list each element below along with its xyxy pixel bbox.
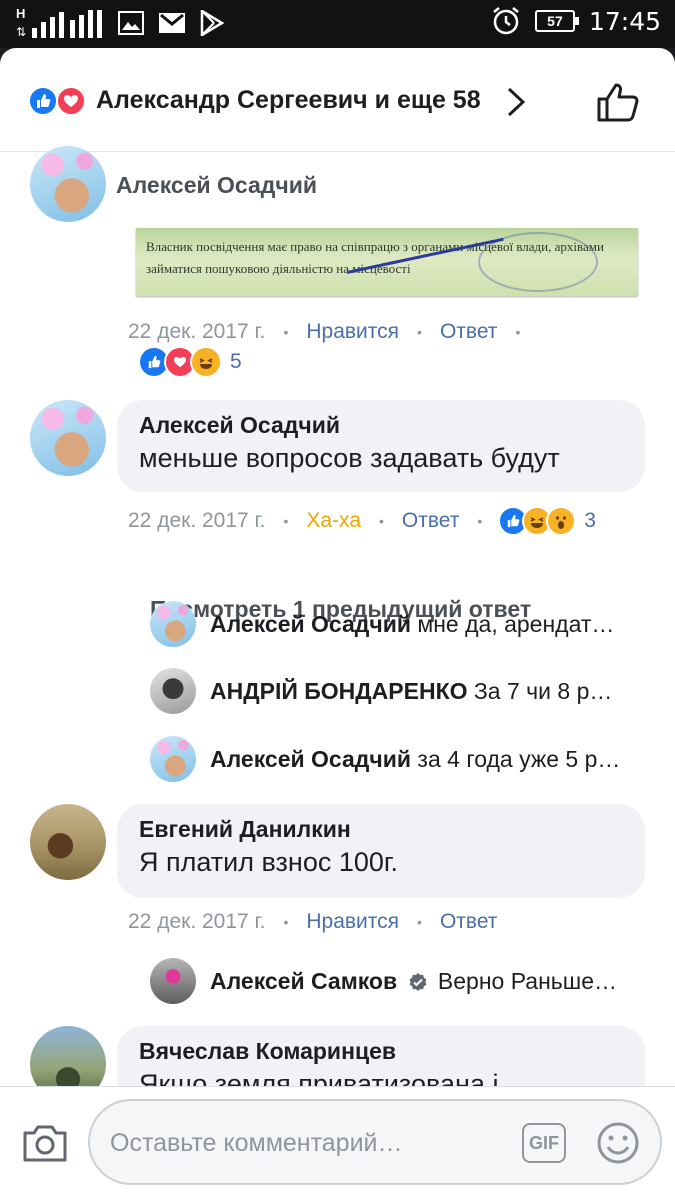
- like-button[interactable]: Нравится: [306, 320, 399, 344]
- header-title[interactable]: Александр Сергеевич и еще 58: [96, 86, 481, 115]
- comment-author[interactable]: Алексей Осадчий: [139, 412, 623, 439]
- gmail-icon: [159, 13, 185, 33]
- avatar[interactable]: [150, 958, 196, 1004]
- reply-item[interactable]: Алексей Осадчий мне да, арендат…: [150, 601, 650, 647]
- comment-image[interactable]: Власник посвідчення має право на співпра…: [136, 228, 638, 296]
- comment-bubble[interactable]: Евгений Данилкин Я платил взнос 100г.: [117, 804, 645, 898]
- reply-item[interactable]: Алексей Осадчий за 4 года уже 5 р…: [150, 736, 650, 782]
- avatar[interactable]: [30, 146, 106, 222]
- reaction-button[interactable]: Ха-ха: [306, 509, 361, 533]
- gallery-icon: [118, 11, 144, 35]
- reply-button[interactable]: Ответ: [402, 509, 459, 533]
- avatar[interactable]: [150, 736, 196, 782]
- comments-sheet: Александр Сергеевич и еще 58 Алексей Оса…: [0, 48, 675, 1200]
- haha-icon: [190, 346, 222, 378]
- svg-text:⇅: ⇅: [16, 25, 26, 39]
- avatar[interactable]: [150, 601, 196, 647]
- reply-author[interactable]: Алексей Осадчий: [210, 611, 411, 637]
- comment-text: меньше вопросов задавать будут: [139, 443, 560, 473]
- comment-author[interactable]: Евгений Данилкин: [139, 816, 623, 843]
- reaction-count[interactable]: 5: [230, 350, 242, 374]
- play-store-icon: [200, 10, 224, 36]
- thumbs-up-icon[interactable]: [596, 82, 640, 122]
- comment-reactions[interactable]: [498, 506, 577, 536]
- wow-icon: [546, 506, 577, 536]
- comment-composer: Оставьте комментарий… GIF: [0, 1086, 675, 1200]
- verified-badge-icon: [409, 973, 426, 992]
- like-icon: [28, 86, 58, 116]
- avatar[interactable]: [150, 668, 196, 714]
- alarm-icon: [493, 7, 519, 35]
- reactions-header[interactable]: Александр Сергеевич и еще 58: [0, 48, 675, 152]
- avatar[interactable]: [30, 400, 106, 476]
- comment-date[interactable]: 22 дек. 2017 г.: [128, 320, 265, 344]
- comment-meta: 22 дек. 2017 г. • Нравится • Ответ •: [128, 320, 521, 344]
- comment-author[interactable]: Вячеслав Комаринцев: [139, 1038, 623, 1065]
- reply-author[interactable]: Алексей Самков: [210, 968, 397, 994]
- reply-button[interactable]: Ответ: [440, 910, 497, 934]
- reply-text: За 7 чи 8 р…: [473, 677, 613, 704]
- reply-item[interactable]: АНДРІЙ БОНДАРЕНКО За 7 чи 8 р…: [150, 668, 650, 714]
- reply-item[interactable]: Алексей Самков Верно Раньше…: [150, 958, 650, 1004]
- chevron-right-icon[interactable]: [505, 86, 527, 118]
- reply-text: Верно Раньше…: [437, 967, 618, 994]
- battery-level: 57: [547, 13, 563, 29]
- comment-author[interactable]: Алексей Осадчий: [116, 172, 317, 199]
- reply-author[interactable]: АНДРІЙ БОНДАРЕНКО: [210, 678, 468, 704]
- comment-meta: 22 дек. 2017 г. • Ха-ха • Ответ • 3: [128, 506, 596, 536]
- gif-button[interactable]: GIF: [522, 1123, 566, 1163]
- comment-reactions[interactable]: 5: [138, 346, 242, 378]
- emoji-icon[interactable]: [596, 1121, 640, 1165]
- comment-input-placeholder[interactable]: Оставьте комментарий…: [110, 1129, 403, 1158]
- battery-icon: 57: [534, 10, 579, 32]
- camera-icon[interactable]: [22, 1123, 68, 1163]
- reply-text: за 4 года уже 5 р…: [417, 745, 621, 772]
- status-bar: H ⇅ 57 17:45: [0, 0, 675, 48]
- reaction-count[interactable]: 3: [584, 509, 596, 533]
- clock: 17:45: [588, 6, 661, 36]
- comment-date[interactable]: 22 дек. 2017 г.: [128, 910, 265, 934]
- comment-text: Я платил взнос 100г.: [139, 847, 398, 877]
- comment-date[interactable]: 22 дек. 2017 г.: [128, 509, 265, 533]
- like-button[interactable]: Нравится: [306, 910, 399, 934]
- comment-meta: 22 дек. 2017 г. • Нравится • Ответ: [128, 910, 498, 934]
- reply-text: мне да, арендат…: [417, 610, 615, 637]
- love-icon: [56, 86, 86, 116]
- reply-button[interactable]: Ответ: [440, 320, 497, 344]
- comment-bubble[interactable]: Алексей Осадчий меньше вопросов задавать…: [117, 400, 645, 492]
- header-reactions[interactable]: [28, 86, 92, 118]
- reply-author[interactable]: Алексей Осадчий: [210, 746, 411, 772]
- network-type-label: H: [16, 6, 26, 21]
- avatar[interactable]: [30, 804, 106, 880]
- signal-icon: H ⇅: [16, 6, 104, 40]
- comment-input[interactable]: Оставьте комментарий… GIF: [88, 1099, 662, 1185]
